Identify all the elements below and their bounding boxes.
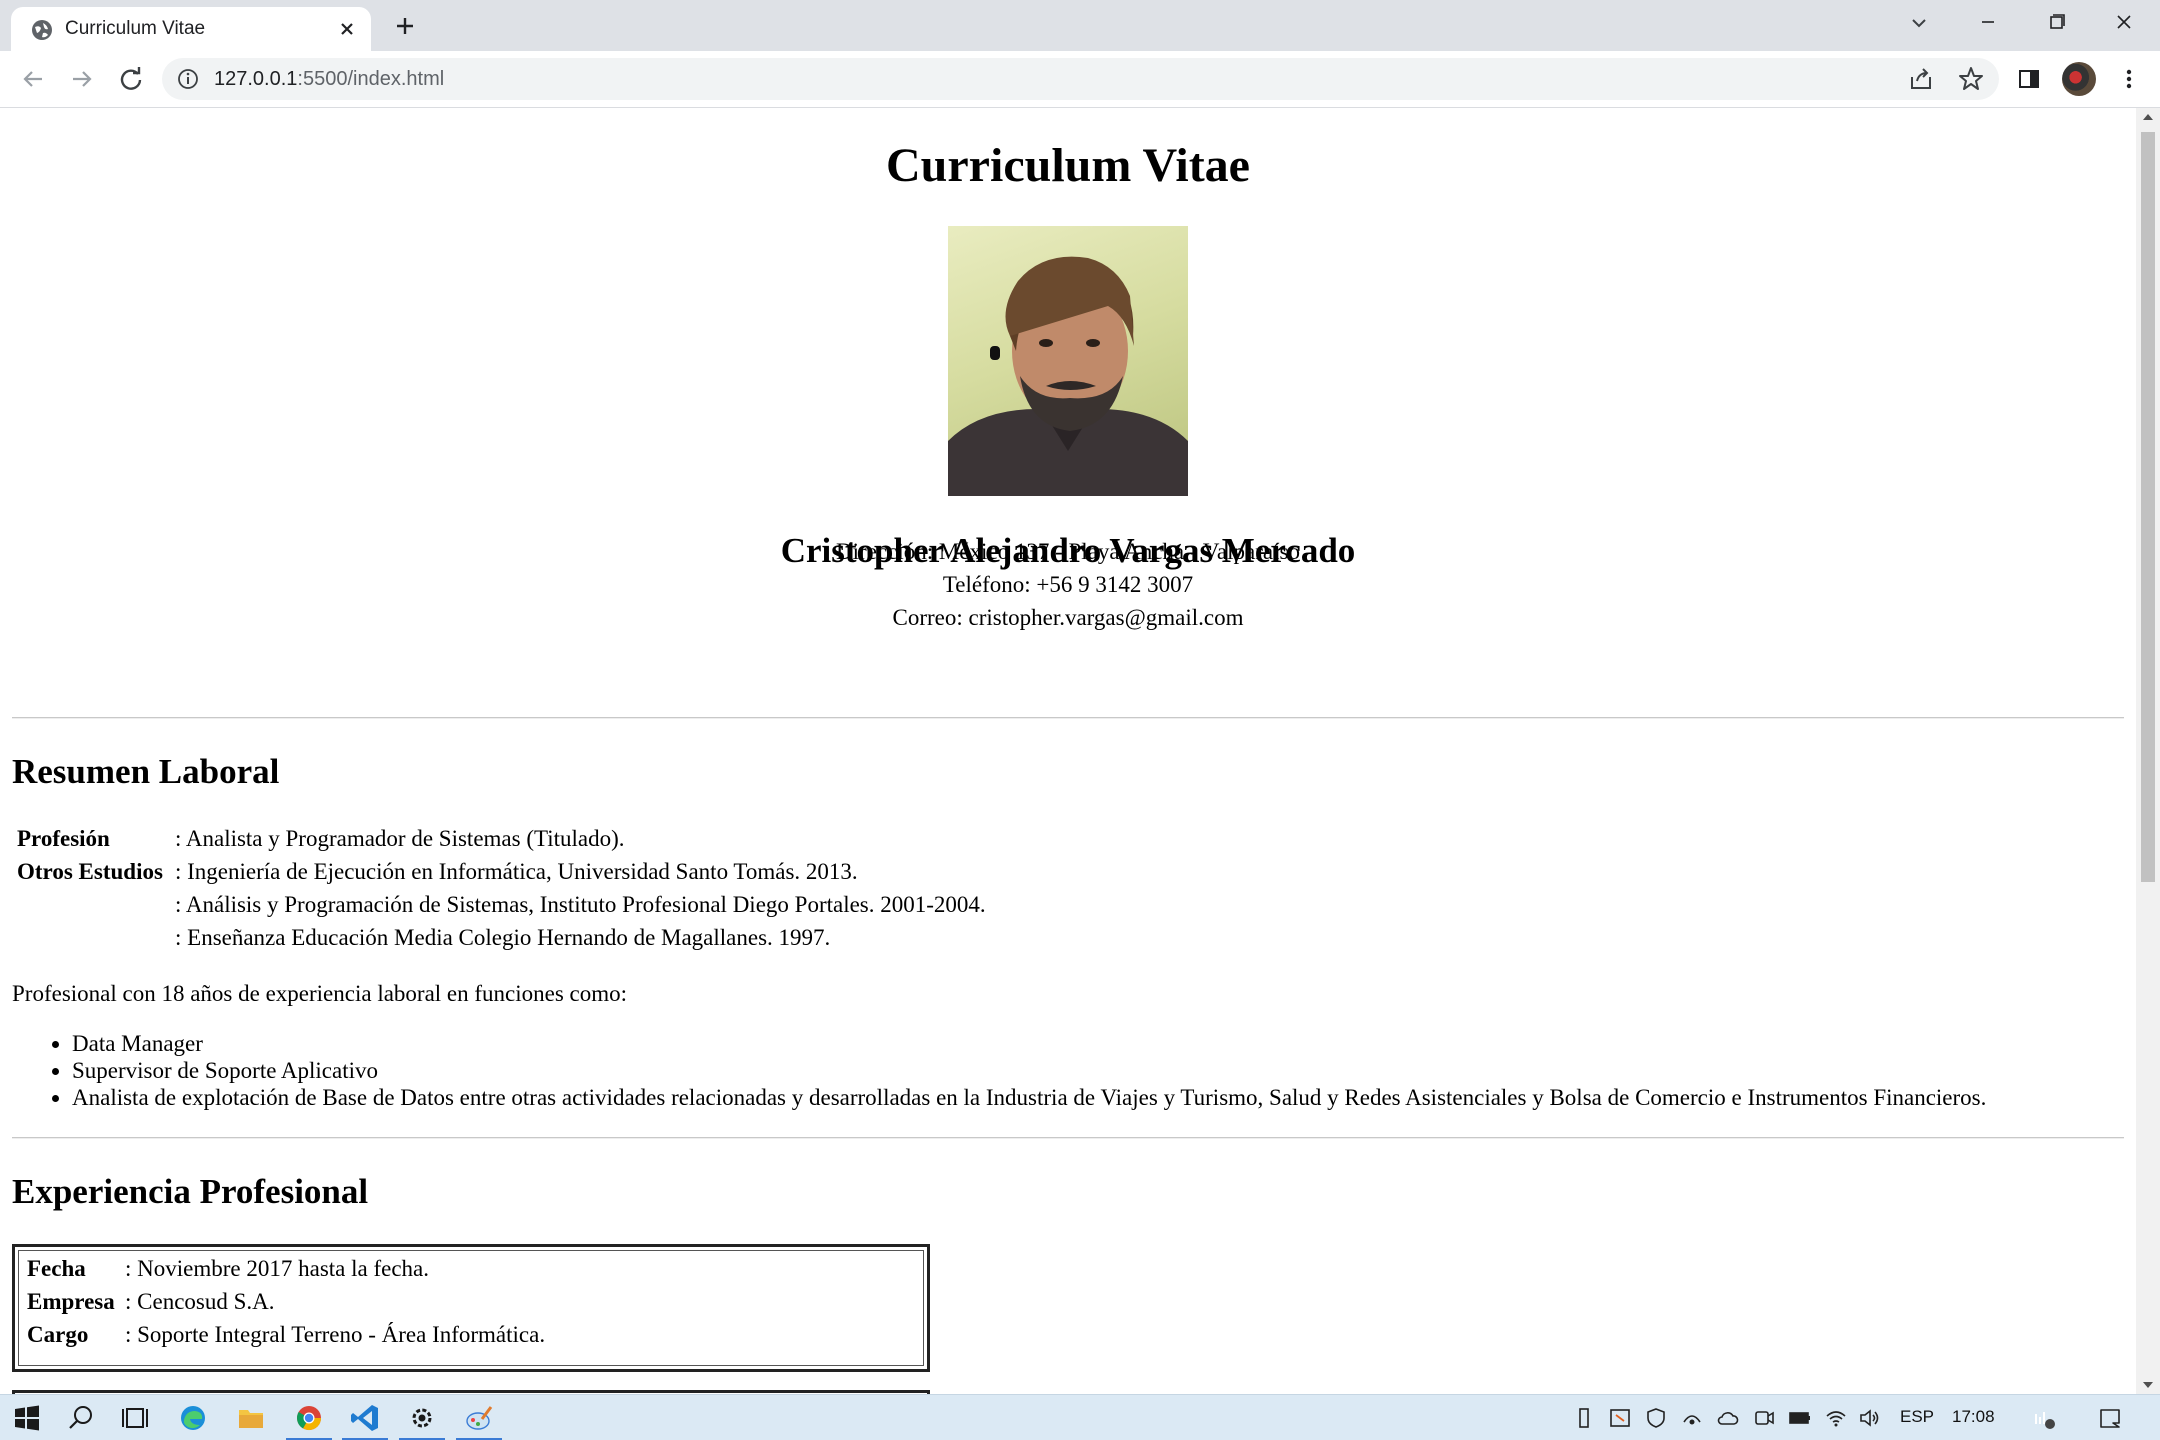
vscode-icon — [351, 1405, 378, 1431]
list-item: Data Manager — [72, 1030, 1986, 1057]
list-item: Supervisor de Soporte Aplicativo — [72, 1057, 1986, 1084]
fecha-label: Fecha — [27, 1256, 86, 1281]
maximize-icon[interactable] — [2038, 8, 2074, 36]
notification-badge-icon[interactable] — [2032, 1406, 2056, 1430]
profesion-label: Profesión — [17, 826, 110, 851]
experience-intro: Profesional con 18 años de experiencia l… — [12, 981, 628, 1006]
profile-photo — [948, 226, 1188, 496]
estudios-item: : Enseñanza Educación Media Colegio Hern… — [175, 925, 831, 950]
address-bar[interactable]: 127.0.0.1:5500/index.html — [162, 58, 1999, 100]
divider — [12, 717, 2124, 719]
reload-icon[interactable] — [116, 64, 146, 94]
empresa-value: : Cencosud S.A. — [125, 1289, 275, 1314]
job-entry-inner: Fecha : Noviembre 2017 hasta la fecha. E… — [18, 1250, 924, 1366]
contact-address: Dirección: México 137 - Playa Ancha - Va… — [836, 539, 1300, 564]
section-title-experiencia: Experiencia Profesional — [12, 1172, 369, 1211]
usb-drive-icon[interactable] — [1572, 1406, 1596, 1430]
taskbar-settings[interactable] — [399, 1401, 445, 1440]
back-icon[interactable] — [18, 64, 48, 94]
chevron-down-icon[interactable] — [1906, 10, 1932, 36]
task-view-icon[interactable] — [118, 1401, 152, 1435]
clock[interactable]: 17:08 — [1952, 1407, 1995, 1427]
info-icon[interactable] — [176, 67, 200, 91]
side-panel-icon[interactable] — [2014, 64, 2044, 94]
share-icon[interactable] — [1907, 65, 1935, 93]
page-viewport: Curriculum Vitae Cristopher Alejandro Va… — [0, 108, 2136, 1394]
language-indicator[interactable]: ESP — [1900, 1407, 1934, 1427]
close-icon[interactable] — [334, 16, 360, 42]
profile-avatar[interactable] — [2062, 62, 2096, 96]
forward-icon[interactable] — [67, 64, 97, 94]
window-close-icon[interactable] — [2106, 8, 2142, 36]
paint-icon — [466, 1406, 493, 1430]
duties-list: Data Manager Supervisor de Soporte Aplic… — [72, 1030, 1986, 1111]
vertical-scrollbar[interactable] — [2136, 108, 2160, 1394]
cargo-value: : Soporte Integral Terreno - Área Inform… — [125, 1322, 546, 1347]
globe-icon — [32, 20, 52, 40]
tab-title: Curriculum Vitae — [65, 18, 206, 39]
contact-email: Correo: cristopher.vargas@gmail.com — [892, 605, 1244, 630]
profesion-value: : Analista y Programador de Sistemas (Ti… — [175, 826, 625, 851]
scroll-down-arrow-icon[interactable] — [2142, 1380, 2154, 1390]
taskbar-chrome[interactable] — [286, 1401, 332, 1440]
network-app-icon[interactable] — [1680, 1406, 1704, 1430]
divider — [12, 1137, 2124, 1139]
shield-icon[interactable] — [1644, 1406, 1668, 1430]
edge-icon[interactable] — [176, 1401, 210, 1435]
action-center-icon[interactable] — [2098, 1406, 2122, 1430]
browser-tab[interactable]: Curriculum Vitae — [11, 7, 371, 51]
plus-icon[interactable] — [390, 11, 420, 41]
fecha-value: : Noviembre 2017 hasta la fecha. — [125, 1256, 429, 1281]
browser-toolbar: 127.0.0.1:5500/index.html — [0, 51, 2160, 108]
chrome-icon — [296, 1406, 321, 1431]
estudios-label: Otros Estudios — [17, 859, 163, 884]
estudios-item: : Ingeniería de Ejecución en Informática… — [175, 859, 858, 884]
windows-start-icon[interactable] — [10, 1401, 44, 1435]
page-title: Curriculum Vitae — [886, 139, 1250, 192]
cloud-icon[interactable] — [1716, 1406, 1740, 1430]
portrait-illustration — [948, 256, 1188, 496]
minimize-icon[interactable] — [1970, 8, 2006, 36]
url-host: 127.0.0.1 — [214, 68, 298, 90]
gear-icon — [412, 1408, 432, 1428]
section-title-resumen: Resumen Laboral — [12, 752, 280, 791]
menu-icon[interactable] — [2114, 64, 2144, 94]
volume-icon[interactable] — [1858, 1406, 1882, 1430]
url-text[interactable]: 127.0.0.1:5500/index.html — [214, 67, 444, 91]
cargo-label: Cargo — [27, 1322, 89, 1347]
estudios-item: : Análisis y Programación de Sistemas, I… — [175, 892, 986, 917]
scroll-up-arrow-icon[interactable] — [2142, 112, 2154, 122]
search-icon[interactable] — [64, 1401, 98, 1435]
wifi-icon[interactable] — [1824, 1406, 1848, 1430]
scrollbar-thumb[interactable] — [2141, 132, 2155, 882]
contact-phone: Teléfono: +56 9 3142 3007 — [942, 572, 1194, 597]
battery-icon[interactable] — [1788, 1406, 1812, 1430]
list-item: Analista de explotación de Base de Datos… — [72, 1084, 1986, 1111]
snip-icon[interactable] — [1608, 1406, 1632, 1430]
empresa-label: Empresa — [27, 1289, 115, 1314]
star-icon[interactable] — [1957, 65, 1985, 93]
url-path: :5500/index.html — [297, 68, 445, 90]
tab-strip: Curriculum Vitae — [0, 0, 2160, 51]
meet-now-icon[interactable] — [1752, 1406, 1776, 1430]
taskbar-vscode[interactable] — [342, 1401, 388, 1440]
windows-taskbar: ESP 17:08 — [0, 1394, 2160, 1440]
file-explorer-icon[interactable] — [234, 1401, 268, 1435]
job-entry: Fecha : Noviembre 2017 hasta la fecha. E… — [12, 1244, 930, 1372]
taskbar-paint[interactable] — [456, 1401, 502, 1440]
